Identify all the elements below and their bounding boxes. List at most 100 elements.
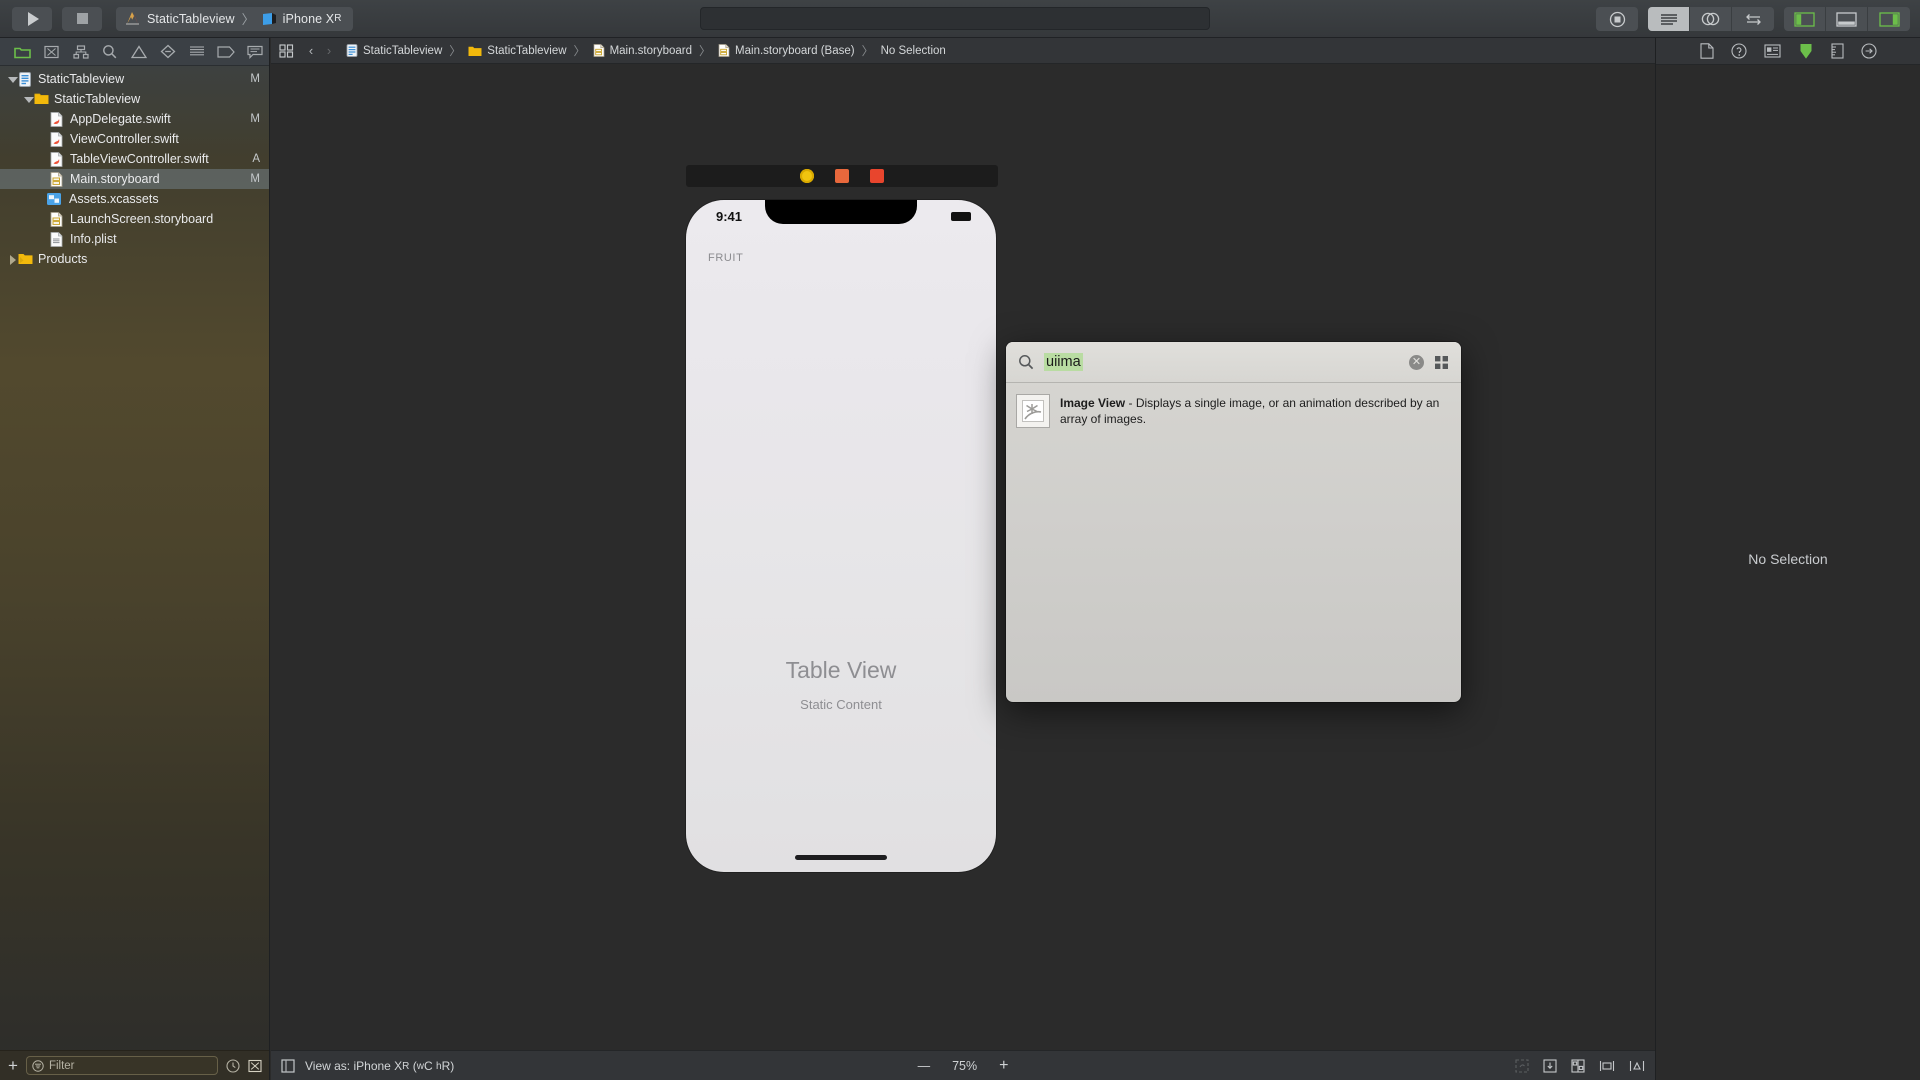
plist-file-icon [50, 231, 64, 247]
breadcrumb-project[interactable]: StaticTableview [346, 44, 442, 57]
nav-row-main-storyboard[interactable]: Main.storyboard M [0, 169, 269, 189]
storyboard-icon [718, 44, 730, 57]
view-as-label[interactable]: View as: iPhone XR (wC hR) [305, 1059, 454, 1073]
disclosure-triangle[interactable] [22, 93, 34, 105]
exit-icon[interactable] [870, 169, 884, 183]
stop-button[interactable] [62, 6, 102, 31]
breakpoint-tag-icon [216, 45, 235, 58]
debug-toggle-button[interactable] [1826, 7, 1868, 31]
library-result-dash: - [1128, 396, 1133, 410]
toolbar-search-field[interactable] [700, 7, 1210, 30]
navigator-tab-find[interactable] [95, 41, 124, 63]
panel-toggle-segmented[interactable] [1784, 7, 1910, 31]
jump-bar: ‹ › StaticTableview 〉 StaticTableview 〉 … [271, 38, 1655, 64]
nav-row-file[interactable]: TableViewController.swift A [0, 149, 269, 169]
scheme-selector[interactable]: StaticTableview 〉 iPhone XR [116, 6, 354, 31]
view-controller-icon[interactable] [800, 169, 814, 183]
folder-icon [18, 252, 33, 267]
forward-button[interactable]: › [320, 43, 338, 58]
back-button[interactable]: ‹ [302, 43, 320, 58]
library-button[interactable] [1596, 7, 1638, 31]
navigator-tab-debug[interactable] [182, 41, 211, 63]
library-result-row[interactable]: Image View - Displays a single image, or… [1006, 388, 1461, 434]
editor-mode-segmented[interactable] [1648, 7, 1774, 31]
destination-name: iPhone X [282, 11, 335, 26]
swift-file-icon [50, 111, 64, 127]
breadcrumb-separator: 〉 [573, 44, 586, 58]
navigator-tab-test[interactable] [153, 41, 182, 63]
nav-row-project[interactable]: StaticTableview M [0, 69, 269, 89]
align-icon[interactable] [1571, 1058, 1585, 1073]
source-control-filter-icon[interactable] [248, 1059, 262, 1073]
debug-panel-icon [1836, 11, 1857, 27]
pin-icon[interactable] [1599, 1059, 1615, 1073]
nav-row-file[interactable]: Assets.xcassets [0, 189, 269, 209]
assistant-editor-button[interactable] [1690, 7, 1732, 31]
scheme-name: StaticTableview [147, 11, 235, 26]
no-selection-label: No Selection [1748, 551, 1828, 567]
navigator-tab-issue[interactable] [124, 41, 153, 63]
resolve-issues-icon[interactable] [1629, 1059, 1645, 1073]
related-items-icon[interactable] [279, 43, 294, 58]
add-file-button[interactable]: + [8, 1057, 18, 1074]
assistant-editor-icon [1701, 12, 1720, 26]
navigator-toggle-button[interactable] [1784, 7, 1826, 31]
storyboard-file-icon [50, 211, 64, 227]
standard-editor-button[interactable] [1648, 7, 1690, 31]
update-frames-icon[interactable] [1515, 1058, 1529, 1073]
filter-input[interactable]: Filter [25, 1056, 218, 1075]
warning-triangle-icon [130, 44, 147, 58]
embed-in-icon[interactable] [1543, 1058, 1557, 1073]
breadcrumb-group[interactable]: StaticTableview [468, 45, 567, 57]
canvas-toggle-icon[interactable] [281, 1058, 295, 1073]
grid-view-icon[interactable] [1434, 355, 1449, 370]
status-badge: M [250, 113, 260, 125]
close-icon: ✕ [1411, 355, 1422, 368]
navigator-tab-project[interactable] [8, 41, 37, 63]
nav-row-file[interactable]: Info.plist [0, 229, 269, 249]
inspector-empty-state: No Selection [1656, 38, 1920, 1080]
zoom-in-button[interactable]: + [999, 1057, 1008, 1075]
breadcrumb-selection[interactable]: No Selection [881, 45, 946, 57]
nav-row-products[interactable]: Products [0, 249, 269, 269]
view-as-suffix: R [402, 1060, 410, 1072]
navigator-filter-bar: + Filter [0, 1050, 269, 1080]
first-responder-icon[interactable] [835, 169, 849, 183]
nav-item-label: LaunchScreen.storyboard [70, 212, 214, 226]
navigator-tab-breakpoint[interactable] [211, 41, 240, 63]
trait-wc: C [423, 1058, 433, 1073]
standard-editor-icon [1660, 13, 1677, 25]
nav-row-file[interactable]: ViewController.swift [0, 129, 269, 149]
zoom-out-button[interactable]: — [918, 1059, 931, 1073]
breadcrumb-separator: 〉 [449, 44, 462, 58]
notch [765, 200, 917, 224]
disclosure-triangle[interactable] [6, 253, 18, 265]
filter-placeholder: Filter [48, 1059, 75, 1072]
inspector-toggle-button[interactable] [1868, 7, 1910, 31]
nav-item-label: Info.plist [70, 232, 117, 246]
nav-item-label: Products [38, 252, 88, 266]
breadcrumb-storyboard-base[interactable]: Main.storyboard (Base) [718, 44, 855, 57]
navigator-tab-source-control[interactable] [37, 41, 66, 63]
version-editor-button[interactable] [1732, 7, 1774, 31]
breadcrumb-storyboard[interactable]: Main.storyboard [593, 44, 692, 57]
search-icon [1019, 355, 1034, 370]
xcode-project-icon [126, 12, 139, 25]
iphone-screen[interactable]: 9:41 FRUIT Table View Static Content [686, 200, 996, 872]
disclosure-triangle[interactable] [6, 73, 18, 85]
nav-row-file[interactable]: LaunchScreen.storyboard [0, 209, 269, 229]
navigator-tab-symbol[interactable] [66, 41, 95, 63]
nav-row-file[interactable]: AppDelegate.swift M [0, 109, 269, 129]
inspector-panel: No Selection [1655, 38, 1920, 1080]
clear-search-button[interactable]: ✕ [1409, 354, 1424, 370]
run-button[interactable] [12, 6, 52, 31]
nav-row-group[interactable]: StaticTableview [0, 89, 269, 109]
recent-files-filter-icon[interactable] [226, 1058, 240, 1073]
library-search-input[interactable]: uiima [1044, 353, 1399, 371]
storyboard-canvas[interactable]: 9:41 FRUIT Table View Static Content uii… [271, 65, 1655, 1050]
object-library-popup[interactable]: uiima ✕ Image View - Displays a single i… [1006, 342, 1461, 702]
storyboard-file-icon [50, 171, 64, 187]
search-icon [103, 45, 117, 59]
storyboard-icon [593, 44, 604, 57]
navigator-tab-report[interactable] [240, 41, 269, 63]
